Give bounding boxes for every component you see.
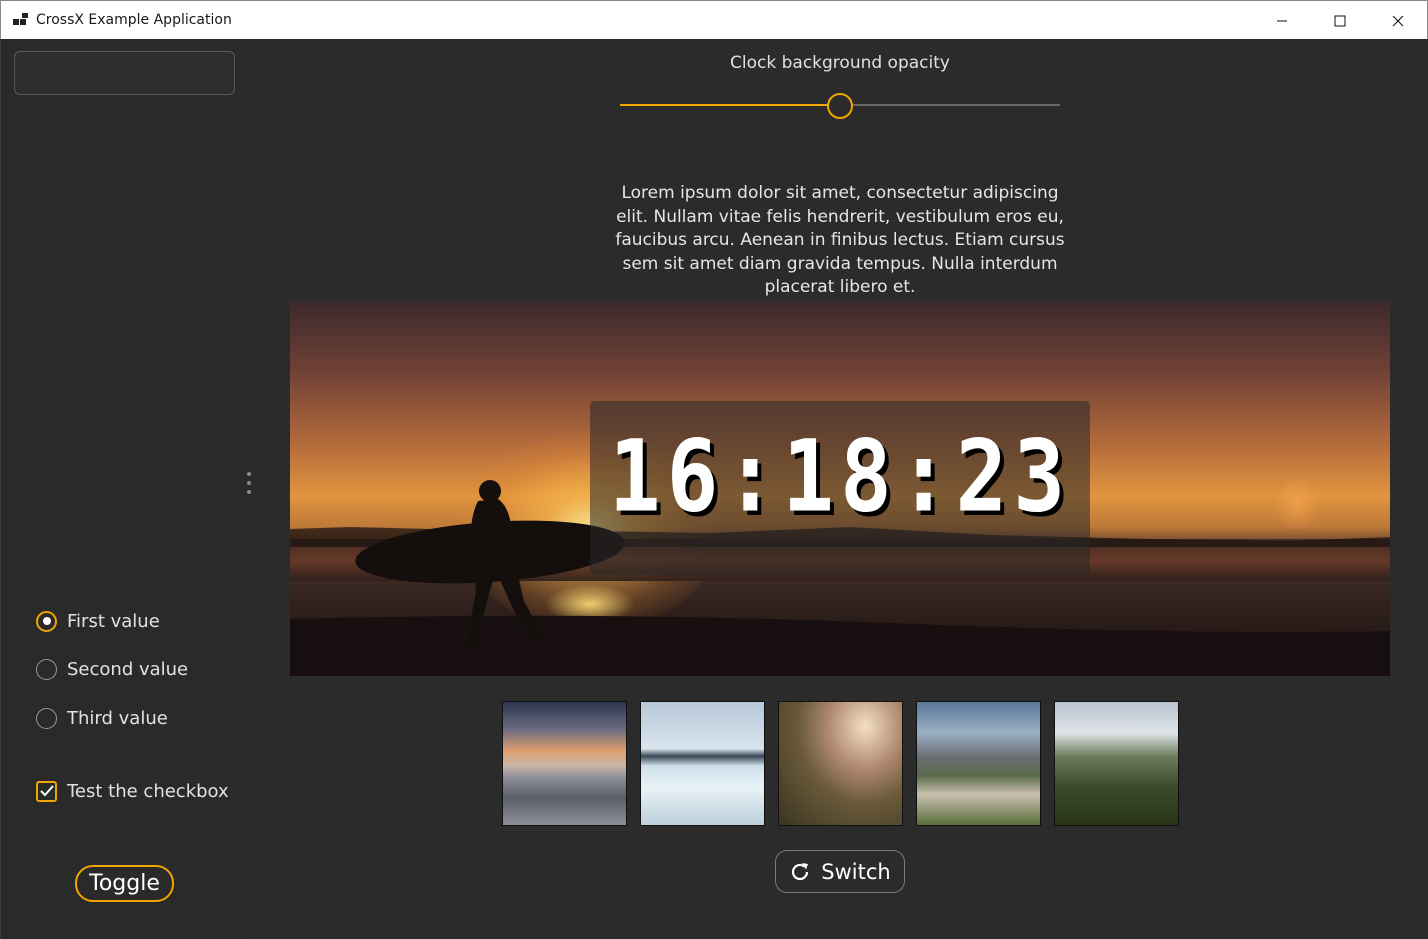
thumbnail-hot-spring[interactable]: [640, 701, 765, 826]
close-icon: [1392, 15, 1404, 26]
test-checkbox-row[interactable]: Test the checkbox: [36, 779, 229, 803]
thumbnail-strip: [502, 701, 1179, 827]
thumbnail-cactus[interactable]: [778, 701, 903, 826]
window-title: CrossX Example Application: [36, 12, 232, 28]
sidebar: First value Second value Third value Tes…: [0, 39, 246, 939]
radio-label: First value: [67, 610, 160, 632]
sidebar-text-input[interactable]: [14, 51, 235, 95]
lorem-text: Lorem ipsum dolor sit amet, consectetur …: [615, 183, 1065, 297]
refresh-icon: [792, 862, 809, 880]
radio-third-value[interactable]: Third value: [36, 706, 168, 730]
thumbnail-castle[interactable]: [916, 701, 1041, 826]
app-icon: [13, 13, 29, 27]
checkmark-icon: [39, 785, 54, 797]
minimize-button[interactable]: [1253, 1, 1311, 40]
hero-image: 16:18:23: [290, 301, 1390, 676]
radio-button[interactable]: [36, 658, 57, 680]
switch-label: Switch: [821, 859, 891, 884]
slider-label: Clock background opacity: [730, 53, 950, 73]
radio-second-value[interactable]: Second value: [36, 657, 188, 681]
checkbox-checked[interactable]: [36, 780, 57, 802]
radio-button-checked[interactable]: [36, 610, 57, 632]
toggle-button[interactable]: Toggle: [75, 865, 174, 902]
switch-button[interactable]: Switch: [775, 850, 905, 893]
radio-label: Second value: [67, 658, 189, 680]
title-bar: CrossX Example Application: [0, 0, 1428, 39]
maximize-icon: [1334, 15, 1346, 26]
main-panel: Clock background opacity Lorem ipsum dol…: [252, 39, 1428, 939]
radio-button[interactable]: [36, 707, 57, 729]
slider-fill: [620, 104, 840, 106]
radio-first-value[interactable]: First value: [36, 609, 160, 633]
radio-label: Third value: [67, 707, 168, 729]
minimize-icon: [1277, 20, 1287, 21]
maximize-button[interactable]: [1311, 1, 1369, 40]
checkbox-label: Test the checkbox: [67, 780, 229, 802]
clock-panel: 16:18:23: [590, 401, 1090, 575]
thumbnail-sunset-beach[interactable]: [502, 701, 627, 826]
thumbnail-dandelions[interactable]: [1054, 701, 1179, 826]
slider-thumb[interactable]: [827, 93, 853, 119]
clock-display: 16:18:23: [608, 419, 1072, 535]
close-button[interactable]: [1369, 1, 1427, 40]
opacity-slider[interactable]: [620, 93, 1060, 119]
